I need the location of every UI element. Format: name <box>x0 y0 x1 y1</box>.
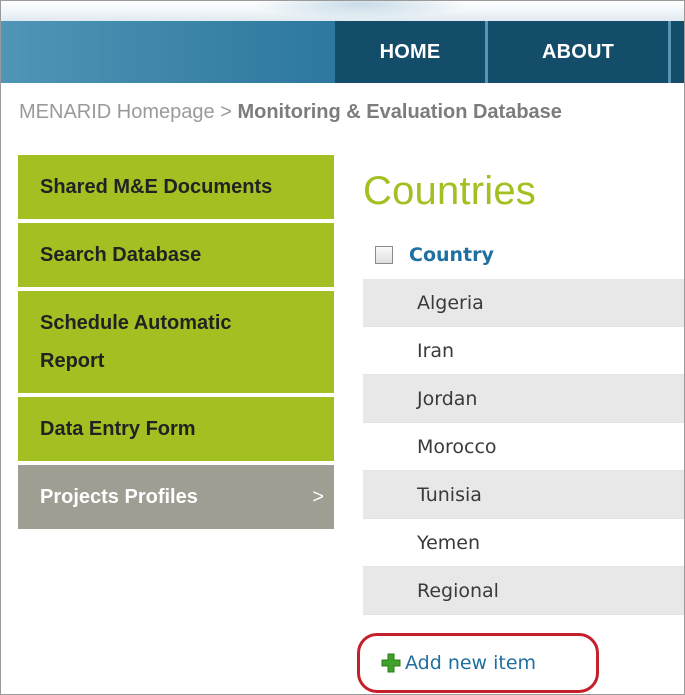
sidebar-item-projects-profiles[interactable]: Projects Profiles > <box>18 465 334 529</box>
page-title: Countries <box>363 169 536 213</box>
list-header: Country <box>363 231 684 279</box>
list-item[interactable]: Algeria <box>363 279 684 327</box>
page-frame: HOME ABOUT MENARID Homepage > Monitoring… <box>0 0 685 695</box>
list-item[interactable]: Morocco <box>363 423 684 471</box>
add-new-item-label: Add new item <box>405 652 537 674</box>
nav-home[interactable]: HOME <box>335 21 488 83</box>
breadcrumb-home-link[interactable]: MENARID Homepage <box>19 101 215 123</box>
sidebar-item-schedule-report[interactable]: Schedule Automatic Report <box>18 291 334 397</box>
nav-more[interactable] <box>671 21 684 83</box>
sidebar: Shared M&E Documents Search Database Sch… <box>18 155 334 529</box>
sidebar-item-shared-documents[interactable]: Shared M&E Documents <box>18 155 334 223</box>
nav-about[interactable]: ABOUT <box>488 21 671 83</box>
list-item[interactable]: Regional <box>363 567 684 615</box>
header-decoration <box>251 1 471 19</box>
sidebar-item-label: Schedule Automatic Report <box>40 304 232 380</box>
green-plus-icon <box>381 653 401 673</box>
top-nav: HOME ABOUT <box>335 21 684 83</box>
list-item[interactable]: Tunisia <box>363 471 684 519</box>
sidebar-item-search-database[interactable]: Search Database <box>18 223 334 291</box>
sidebar-item-data-entry-form[interactable]: Data Entry Form <box>18 397 334 465</box>
sidebar-item-label: Data Entry Form <box>40 417 196 440</box>
add-new-item-link[interactable]: Add new item <box>381 652 536 674</box>
select-all-checkbox-icon[interactable] <box>375 246 393 264</box>
sidebar-item-label: Shared M&E Documents <box>40 175 273 198</box>
chevron-right-icon: > <box>312 485 324 508</box>
header-top-strip <box>1 1 684 21</box>
list-item[interactable]: Iran <box>363 327 684 375</box>
sidebar-item-label: Projects Profiles <box>40 485 198 508</box>
breadcrumb: MENARID Homepage > Monitoring & Evaluati… <box>19 101 562 124</box>
sidebar-item-label-line2: Report <box>40 350 105 372</box>
breadcrumb-current: Monitoring & Evaluation Database <box>237 101 562 123</box>
list-item[interactable]: Jordan <box>363 375 684 423</box>
breadcrumb-separator: > <box>220 101 232 123</box>
list-item[interactable]: Yemen <box>363 519 684 567</box>
countries-list: Country Algeria Iran Jordan Morocco Tuni… <box>363 231 684 615</box>
column-header-country[interactable]: Country <box>409 244 494 266</box>
sidebar-item-label-line1: Schedule Automatic <box>40 312 232 334</box>
sidebar-item-label: Search Database <box>40 243 202 266</box>
